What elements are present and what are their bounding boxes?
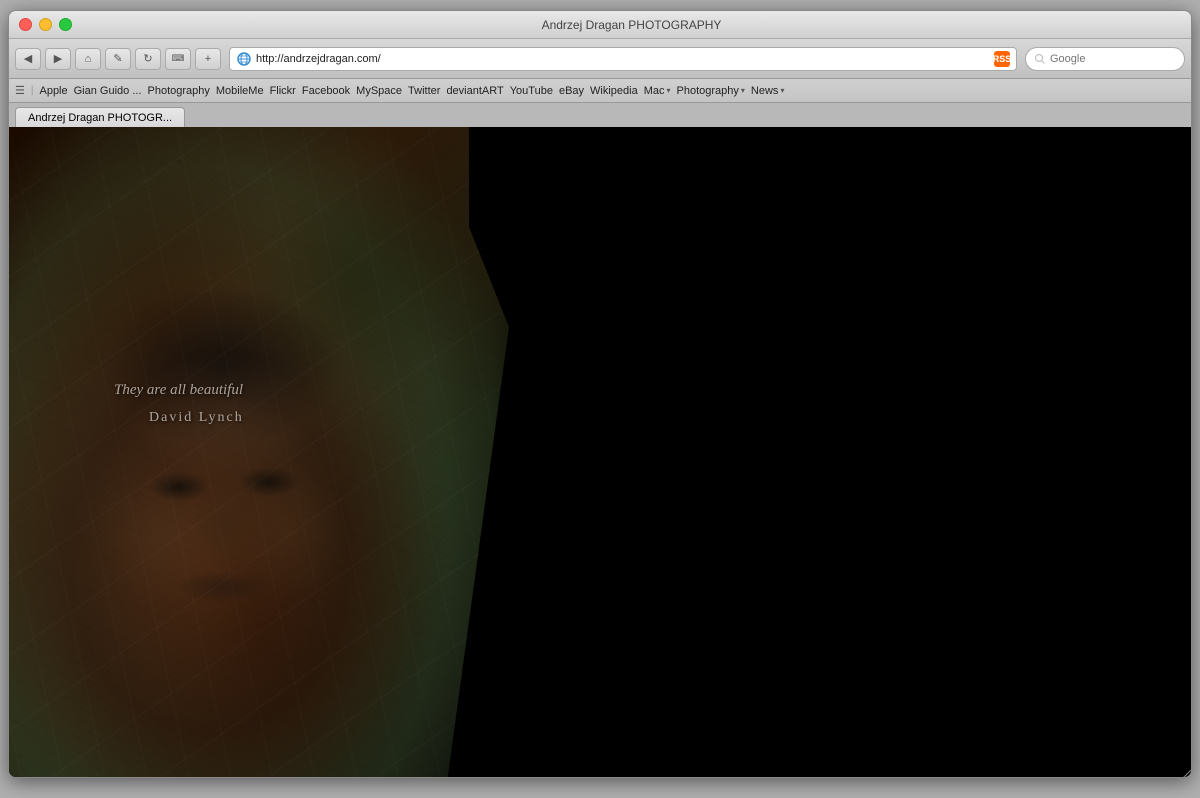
browser-toolbar: ◀ ▶ ⌂ ✎ ↻ ⌨ + (9, 39, 1191, 79)
rss-icon[interactable]: RSS (994, 51, 1010, 67)
bookmark-news[interactable]: News▾ (751, 85, 785, 97)
photo-background: They are all beautiful David Lynch (9, 127, 1191, 777)
photo-dropdown-arrow: ▾ (741, 86, 745, 95)
home-button[interactable]: ⌂ (75, 48, 101, 70)
address-bar[interactable]: RSS (229, 47, 1017, 71)
news-dropdown-arrow: ▾ (780, 86, 784, 95)
bookmark-deviantart[interactable]: deviantART (446, 85, 503, 97)
search-input[interactable] (1050, 53, 1192, 65)
tab-label: Andrzej Dragan PHOTOGR... (28, 112, 172, 124)
reading-list-icon[interactable]: ☰ (15, 84, 25, 97)
refresh-button[interactable]: ↻ (135, 48, 161, 70)
window-controls (19, 18, 72, 31)
bookmark-facebook[interactable]: Facebook (302, 85, 350, 97)
close-button[interactable] (19, 18, 32, 31)
back-button[interactable]: ◀ (15, 48, 41, 70)
bookmark-ebay[interactable]: eBay (559, 85, 584, 97)
bookmarks-bar: ☰ | Apple Gian Guido ... Photography Mob… (9, 79, 1191, 103)
bookmark-flickr[interactable]: Flickr (270, 85, 296, 97)
bookmark-wikipedia[interactable]: Wikipedia (590, 85, 638, 97)
bookmark-gian-guido[interactable]: Gian Guido ... (74, 85, 142, 97)
minimize-button[interactable] (39, 18, 52, 31)
url-input[interactable] (256, 53, 990, 65)
title-bar: Andrzej Dragan PHOTOGRAPHY (9, 11, 1191, 39)
search-bar[interactable] (1025, 47, 1185, 71)
bookmark-myspace[interactable]: MySpace (356, 85, 402, 97)
active-tab[interactable]: Andrzej Dragan PHOTOGR... (15, 107, 185, 127)
keyboard-button[interactable]: ⌨ (165, 48, 191, 70)
mac-dropdown-arrow: ▾ (667, 86, 671, 95)
bookmark-twitter[interactable]: Twitter (408, 85, 440, 97)
window-title: Andrzej Dragan PHOTOGRAPHY (82, 18, 1181, 32)
bookmark-mac[interactable]: Mac▾ (644, 85, 671, 97)
globe-icon (236, 51, 252, 67)
bookmark-mobileme[interactable]: MobileMe (216, 85, 264, 97)
resize-icon (1179, 766, 1191, 777)
bookmark-youtube[interactable]: YouTube (510, 85, 553, 97)
search-icon (1034, 53, 1046, 65)
web-content[interactable]: They are all beautiful David Lynch (9, 127, 1191, 777)
add-tab-button[interactable]: + (195, 48, 221, 70)
portrait-image (9, 127, 509, 777)
edit-button[interactable]: ✎ (105, 48, 131, 70)
resize-handle[interactable] (1179, 765, 1191, 777)
browser-window: Andrzej Dragan PHOTOGRAPHY ◀ ▶ ⌂ ✎ ↻ ⌨ + (8, 10, 1192, 778)
bookmark-photography-2[interactable]: Photography▾ (677, 85, 745, 97)
tab-bar: Andrzej Dragan PHOTOGR... (9, 103, 1191, 127)
maximize-button[interactable] (59, 18, 72, 31)
forward-button[interactable]: ▶ (45, 48, 71, 70)
bookmark-apple[interactable]: Apple (39, 85, 67, 97)
bookmark-photography-1[interactable]: Photography (148, 85, 210, 97)
dark-overlay (491, 127, 1191, 777)
